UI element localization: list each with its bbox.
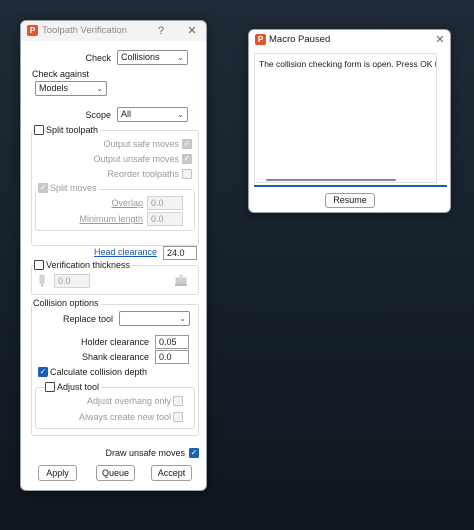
collision-options-title: Collision options	[32, 298, 101, 308]
overlap-field[interactable]: 0.0	[147, 196, 183, 210]
shank-clearance-field[interactable]: 0.0	[155, 350, 189, 364]
output-safe-label: Output safe moves	[103, 139, 179, 149]
scope-select[interactable]: All ⌄	[117, 107, 188, 122]
message-area: The collision checking form is open. Pre…	[254, 53, 437, 183]
verification-thickness-field[interactable]: 0.0	[54, 274, 90, 288]
split-moves-checkbox[interactable]: ✓	[38, 183, 48, 193]
accept-button[interactable]: Accept	[151, 465, 192, 481]
adjust-overhang-only-label: Adjust overhang only	[86, 396, 171, 406]
minimum-length-label: Minimum length	[79, 214, 143, 224]
macro-title-bar[interactable]: P Macro Paused ✕	[249, 30, 450, 50]
always-create-new-tool-label: Always create new tool	[78, 412, 171, 422]
horizontal-scrollbar[interactable]	[266, 179, 396, 181]
close-button[interactable]: ✕	[432, 32, 448, 48]
chevron-down-icon: ⌄	[179, 314, 186, 323]
queue-button[interactable]: Queue	[96, 465, 135, 481]
holder-clearance-label: Holder clearance	[80, 337, 149, 347]
check-against-value: Models	[39, 83, 69, 93]
replace-tool-label: Replace tool	[62, 314, 113, 324]
title-bar[interactable]: P Toolpath Verification ? ✕	[21, 21, 206, 41]
verification-thickness-checkbox[interactable]	[34, 260, 44, 270]
macro-dialog-title: Macro Paused	[269, 34, 331, 45]
scope-value: All	[121, 109, 132, 119]
accent-divider	[254, 185, 447, 187]
check-against-label: Check against	[32, 69, 90, 79]
calculate-collision-depth-label: Calculate collision depth	[50, 367, 148, 377]
chevron-down-icon: ⌄	[177, 110, 184, 119]
resume-button[interactable]: Resume	[325, 193, 375, 208]
close-button[interactable]: ✕	[184, 23, 200, 39]
head-clearance-label[interactable]: Head clearance	[81, 247, 157, 257]
reorder-toolpaths-label: Reorder toolpaths	[107, 169, 179, 179]
split-moves-label: Split moves	[50, 183, 99, 193]
split-toolpath-checkbox[interactable]	[34, 125, 44, 135]
adjust-overhang-only-checkbox[interactable]	[173, 396, 183, 406]
chevron-down-icon: ⌄	[177, 53, 184, 62]
output-safe-checkbox[interactable]: ✓	[182, 139, 192, 149]
check-against-select[interactable]: Models ⌄	[35, 81, 107, 96]
output-unsafe-label: Output unsafe moves	[93, 154, 179, 164]
app-icon: P	[255, 34, 266, 45]
replace-tool-select[interactable]: ⌄	[119, 311, 190, 326]
help-button[interactable]: ?	[153, 23, 169, 39]
chevron-down-icon: ⌄	[96, 84, 103, 93]
app-icon: P	[27, 25, 38, 36]
holder-icon	[174, 274, 188, 288]
scope-label: Scope	[85, 110, 111, 120]
draw-unsafe-moves-checkbox[interactable]: ✓	[189, 448, 199, 458]
split-toolpath-label: Split toolpath	[46, 125, 101, 135]
always-create-new-tool-checkbox[interactable]	[173, 412, 183, 422]
toolpath-verification-dialog: P Toolpath Verification ? ✕ Check Collis…	[20, 20, 207, 491]
reorder-toolpaths-checkbox[interactable]	[182, 169, 192, 179]
check-select-value: Collisions	[121, 52, 160, 62]
holder-clearance-field[interactable]: 0.05	[155, 335, 189, 349]
draw-unsafe-moves-label: Draw unsafe moves	[105, 448, 185, 458]
message-text: The collision checking form is open. Pre…	[259, 59, 437, 69]
apply-button[interactable]: Apply	[38, 465, 77, 481]
macro-paused-dialog: P Macro Paused ✕ The collision checking …	[248, 29, 451, 213]
overlap-label: Overlap	[111, 198, 143, 208]
minimum-length-field[interactable]: 0.0	[147, 212, 183, 226]
adjust-tool-group	[35, 387, 195, 429]
tool-thickness-icon	[35, 274, 49, 288]
shank-clearance-label: Shank clearance	[81, 352, 149, 362]
adjust-tool-label: Adjust tool	[57, 382, 102, 392]
check-select[interactable]: Collisions ⌄	[117, 50, 188, 65]
output-unsafe-checkbox[interactable]: ✓	[182, 154, 192, 164]
calculate-collision-depth-checkbox[interactable]: ✓	[38, 367, 48, 377]
adjust-tool-checkbox[interactable]	[45, 382, 55, 392]
dialog-title: Toolpath Verification	[42, 25, 128, 36]
verification-thickness-label: Verification thickness	[46, 260, 133, 270]
head-clearance-field[interactable]: 24.0	[163, 246, 197, 260]
check-label: Check	[85, 53, 111, 63]
